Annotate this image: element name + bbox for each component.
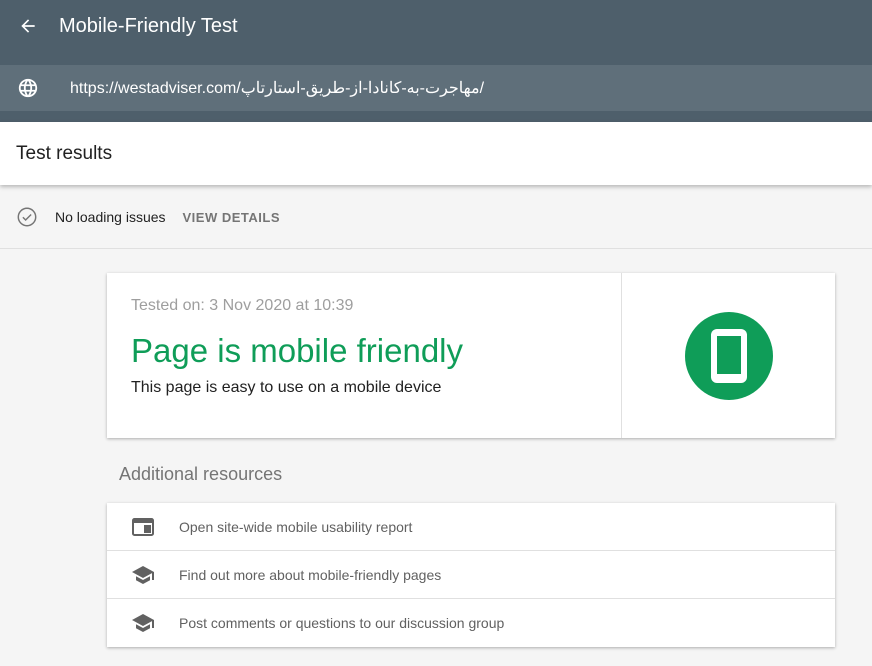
school-cap-icon (107, 565, 179, 585)
resource-label: Find out more about mobile-friendly page… (179, 566, 442, 583)
mobile-phone-icon (684, 311, 773, 400)
status-text: No loading issues (55, 209, 166, 225)
verdict-description: This page is easy to use on a mobile dev… (131, 379, 442, 396)
result-summary: Tested on: 3 Nov 2020 at 10:39 Page is m… (107, 273, 622, 438)
loading-status-row: No loading issues VIEW DETAILS (0, 186, 872, 249)
resource-label: Open site-wide mobile usability report (179, 518, 413, 535)
globe-icon (0, 77, 56, 99)
resource-label: Post comments or questions to our discus… (179, 614, 505, 631)
arrow-back-icon (21, 19, 35, 33)
results-header: Test results (0, 122, 872, 185)
header-spacer (0, 52, 872, 65)
app-title: Mobile-Friendly Test (59, 14, 238, 37)
verdict-heading: Page is mobile friendly (131, 332, 463, 369)
result-card: Tested on: 3 Nov 2020 at 10:39 Page is m… (107, 273, 835, 438)
school-cap-icon (107, 613, 179, 633)
tested-on-timestamp: Tested on: 3 Nov 2020 at 10:39 (131, 297, 354, 314)
view-details-button[interactable]: VIEW DETAILS (183, 210, 280, 225)
check-circle-icon (17, 207, 37, 227)
url-bar: https://westadviser.com/مهاجرت-به-کانادا… (0, 65, 872, 111)
back-button[interactable] (0, 0, 56, 52)
resources-list: Open site-wide mobile usability report F… (107, 503, 835, 647)
app-header: Mobile-Friendly Test (0, 0, 872, 52)
resource-usability-report[interactable]: Open site-wide mobile usability report (107, 503, 835, 551)
resource-discussion-group[interactable]: Post comments or questions to our discus… (107, 599, 835, 646)
page-title: Test results (16, 142, 113, 164)
url-bar-spacer (0, 111, 872, 122)
web-layout-icon (107, 517, 179, 536)
result-illustration (622, 273, 835, 438)
resources-heading: Additional resources (119, 464, 283, 484)
tested-url[interactable]: https://westadviser.com/مهاجرت-به-کانادا… (70, 78, 484, 98)
resource-mobile-friendly-info[interactable]: Find out more about mobile-friendly page… (107, 551, 835, 599)
